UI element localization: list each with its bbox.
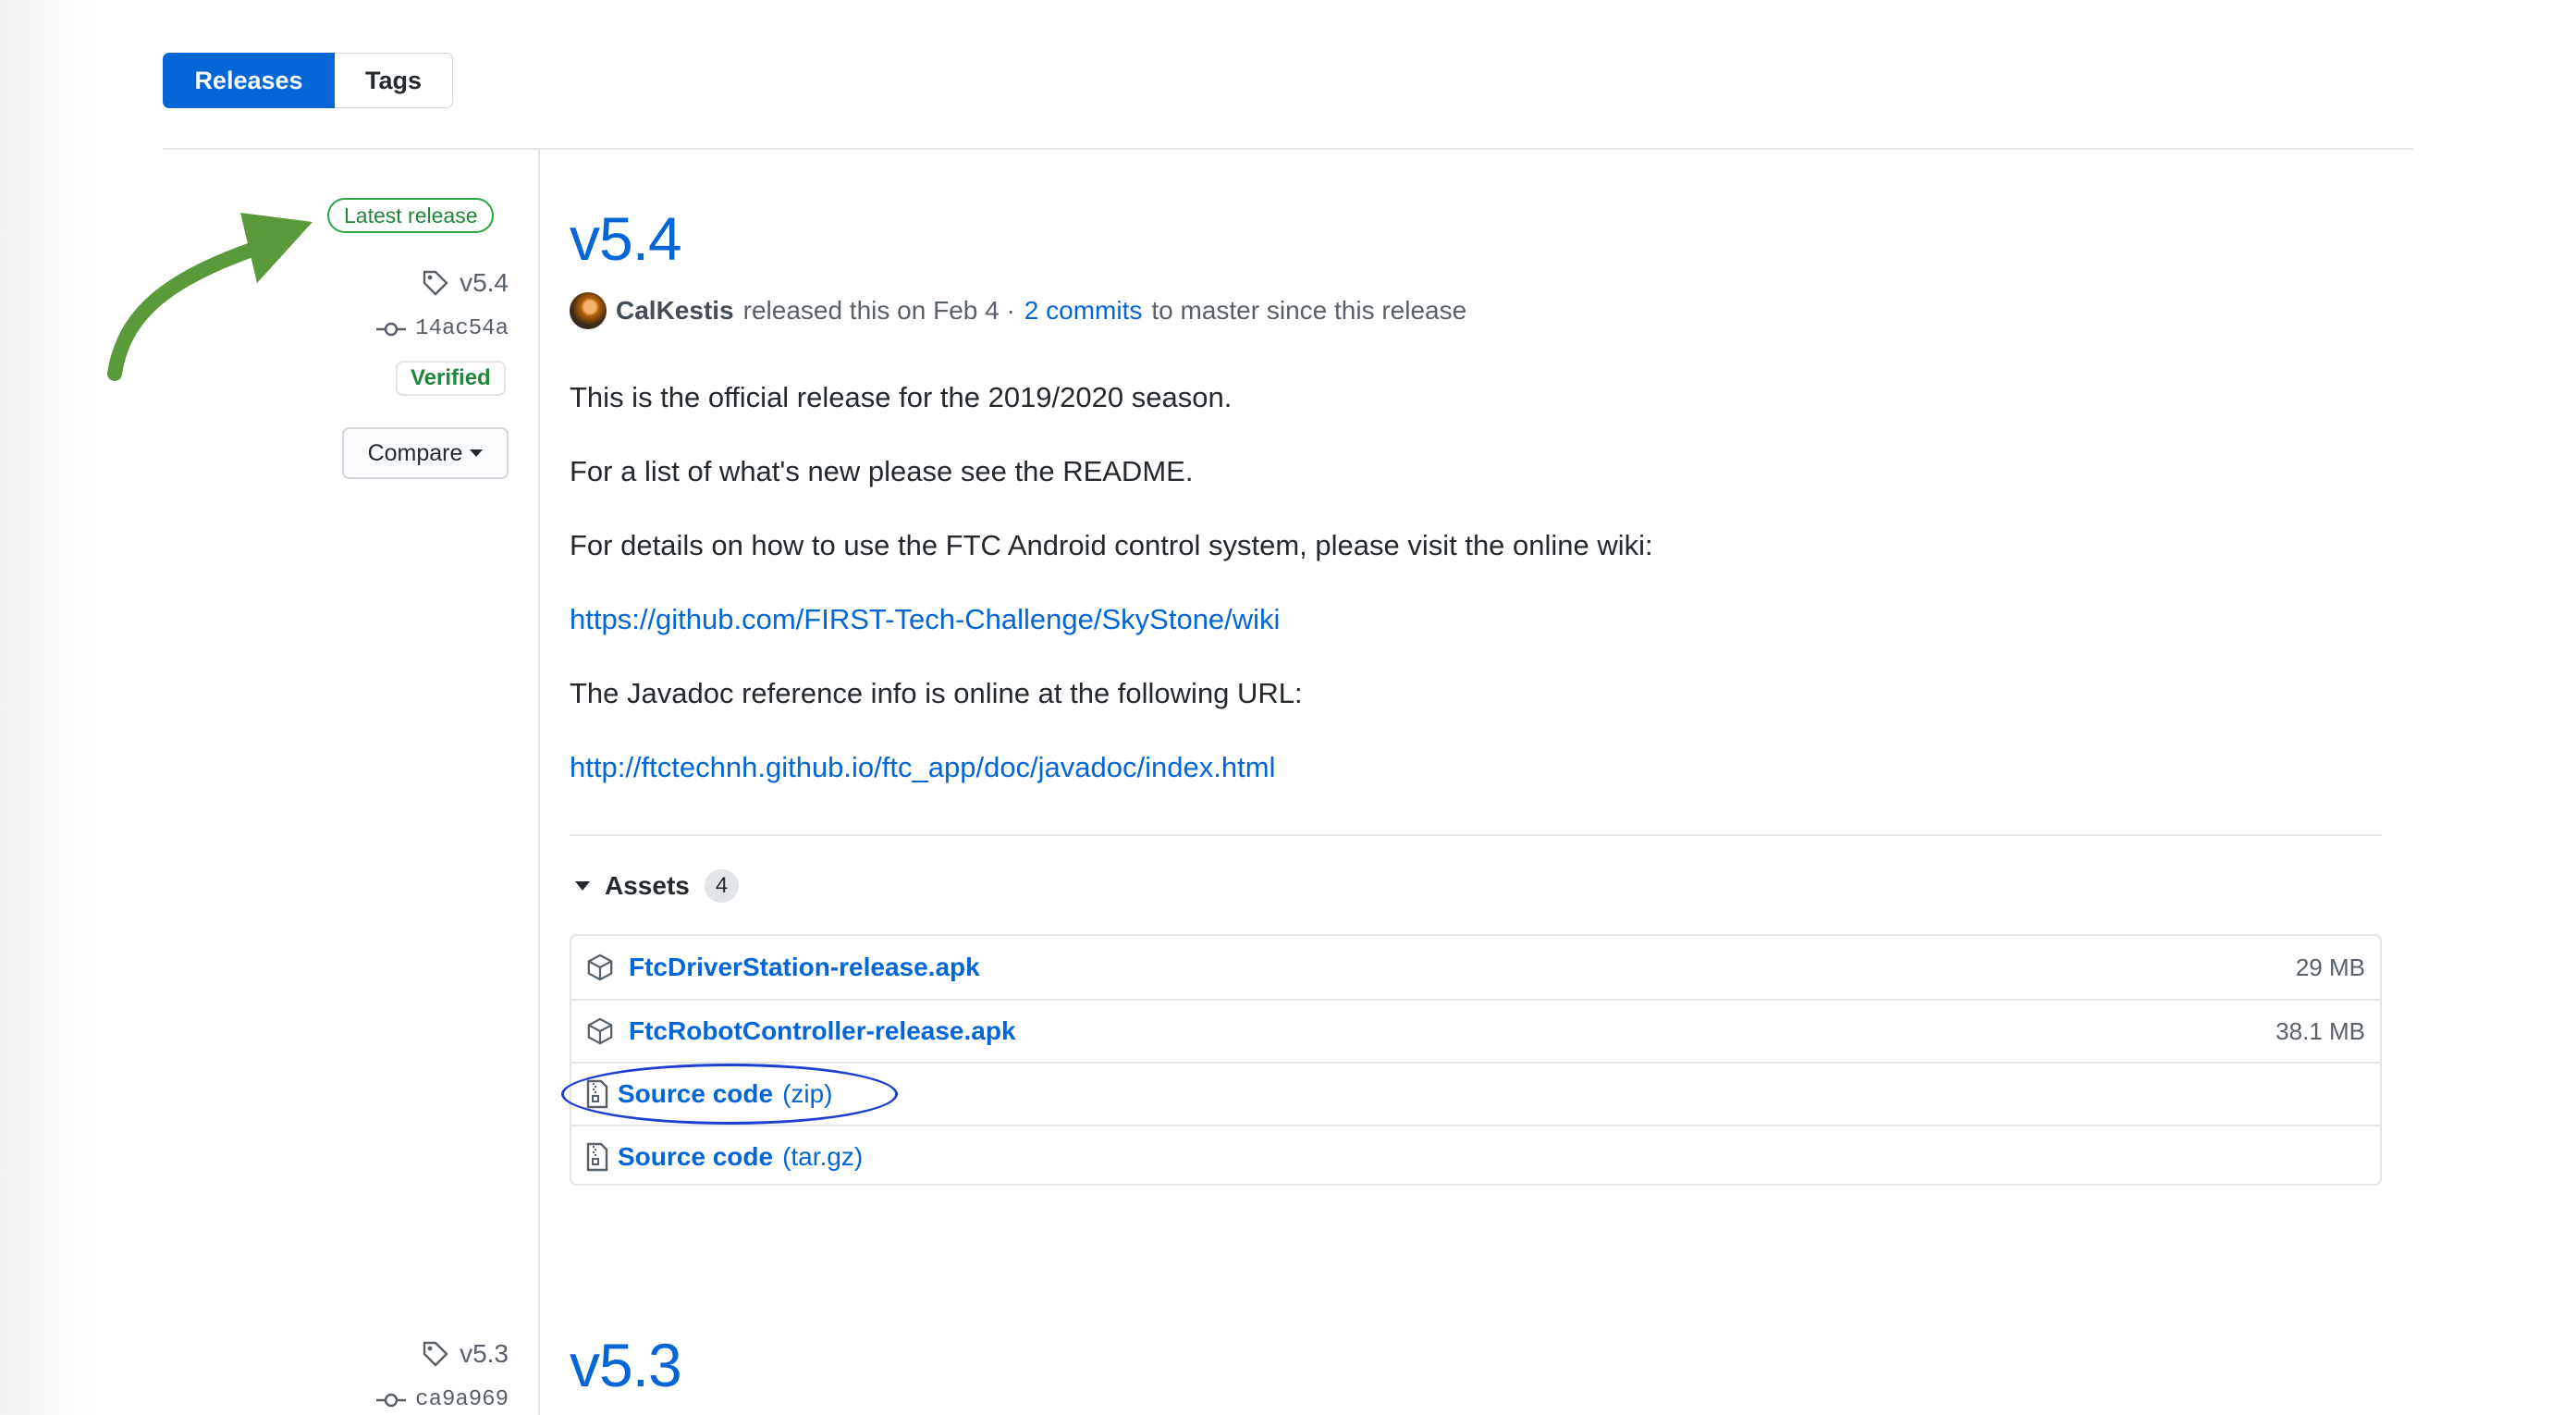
release-tag[interactable]: v5.3 — [421, 1339, 509, 1369]
asset-row[interactable]: FtcRobotController-release.apk 38.1 MB — [571, 999, 2380, 1062]
release-commit[interactable]: 14ac54a — [376, 316, 509, 341]
avatar[interactable] — [570, 292, 607, 329]
asset-name[interactable]: Source code — [618, 1079, 773, 1109]
package-icon — [587, 1017, 613, 1045]
latest-release-badge: Latest release — [327, 198, 495, 233]
tab-releases[interactable]: Releases — [163, 53, 335, 108]
compare-label: Compare — [367, 439, 463, 466]
tag-icon — [423, 1341, 448, 1367]
tab-tags[interactable]: Tags — [335, 53, 453, 108]
javadoc-link[interactable]: http://ftctechnh.github.io/ftc_app/doc/j… — [570, 751, 1275, 784]
divider — [163, 148, 2413, 150]
commits-suffix: to master since this release — [1151, 296, 1467, 325]
asset-ext[interactable]: (zip) — [782, 1079, 832, 1109]
asset-row[interactable]: Source code (zip) — [571, 1062, 2380, 1125]
asset-ext[interactable]: (tar.gz) — [782, 1142, 863, 1172]
left-gutter — [0, 0, 102, 1415]
body-line-1: This is the official release for the 201… — [570, 381, 1233, 413]
body-line-4: The Javadoc reference info is online at … — [570, 677, 1303, 709]
release-byline: CalKestis released this on Feb 4 · 2 com… — [570, 292, 1466, 329]
asset-name[interactable]: FtcRobotController-release.apk — [629, 1016, 1016, 1046]
file-zip-icon — [586, 1142, 608, 1172]
commit-sha: 14ac54a — [415, 316, 509, 341]
assets-label: Assets — [605, 871, 690, 900]
triangle-down-icon — [575, 881, 590, 891]
commit-sha: ca9a969 — [415, 1387, 509, 1412]
release-title[interactable]: v5.4 — [570, 203, 682, 274]
package-icon — [587, 954, 613, 981]
release-tag[interactable]: v5.4 — [421, 268, 509, 298]
divider — [570, 834, 2382, 836]
commit-icon — [376, 322, 407, 336]
released-text: released this on Feb 4 · — [742, 296, 1015, 325]
asset-name[interactable]: Source code — [618, 1142, 773, 1172]
asset-row[interactable]: FtcDriverStation-release.apk 29 MB — [571, 936, 2380, 999]
verified-badge[interactable]: Verified — [396, 361, 506, 396]
body-line-2: For a list of what's new please see the … — [570, 455, 1194, 487]
wiki-link[interactable]: https://github.com/FIRST-Tech-Challenge/… — [570, 603, 1280, 636]
asset-name[interactable]: FtcDriverStation-release.apk — [629, 953, 980, 982]
compare-button[interactable]: Compare — [342, 427, 509, 479]
tag-label: v5.4 — [460, 268, 509, 297]
timeline-line — [538, 150, 540, 1415]
asset-size: 29 MB — [2295, 953, 2365, 981]
assets-count: 4 — [704, 869, 740, 903]
body-line-3: For details on how to use the FTC Androi… — [570, 529, 1653, 561]
assets-toggle[interactable]: Assets 4 — [575, 869, 740, 903]
commits-link[interactable]: 2 commits — [1024, 296, 1143, 326]
annotation-arrow — [107, 213, 313, 381]
asset-row[interactable]: Source code (tar.gz) — [571, 1125, 2380, 1187]
release-title[interactable]: v5.3 — [570, 1330, 682, 1400]
file-zip-icon — [586, 1079, 608, 1109]
author-link[interactable]: CalKestis — [616, 296, 734, 326]
release-tabs: Releases Tags — [163, 53, 453, 110]
tag-icon — [423, 270, 448, 296]
tag-label: v5.3 — [460, 1339, 509, 1368]
asset-size: 38.1 MB — [2275, 1016, 2365, 1045]
commit-icon — [376, 1393, 407, 1407]
release-commit[interactable]: ca9a969 — [376, 1387, 509, 1412]
caret-down-icon — [470, 449, 484, 457]
assets-list: FtcDriverStation-release.apk 29 MB FtcRo… — [570, 934, 2382, 1186]
